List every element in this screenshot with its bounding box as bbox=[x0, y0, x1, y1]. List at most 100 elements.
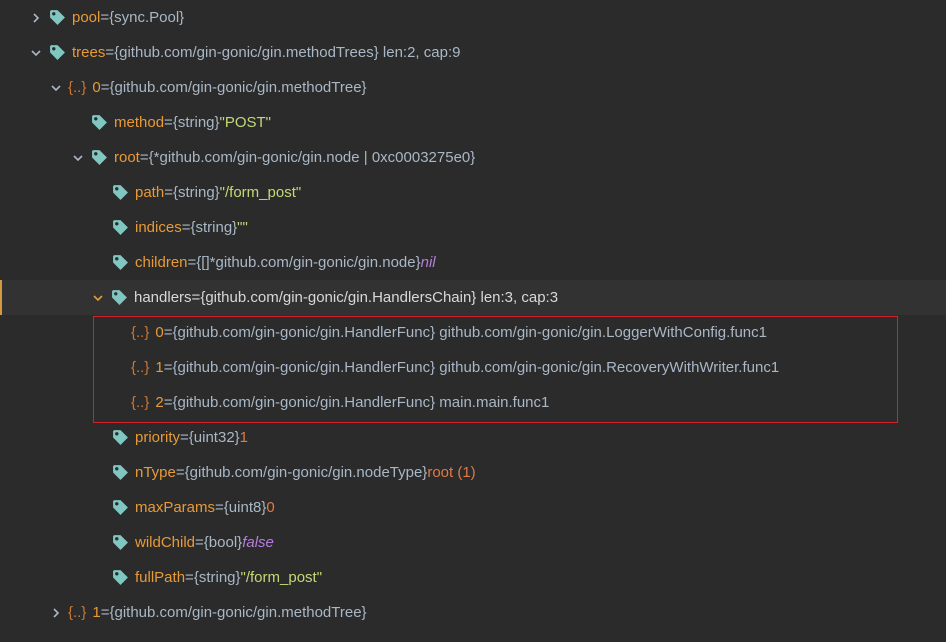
tree-row-wildchild[interactable]: wildChild = {bool} false bbox=[0, 525, 946, 560]
equals-sign: = bbox=[175, 464, 185, 481]
field-value: 0 bbox=[266, 499, 275, 516]
field-name: priority bbox=[135, 429, 181, 446]
field-type: {github.com/gin-gonic/gin.nodeType} bbox=[184, 464, 428, 481]
field-value: false bbox=[242, 534, 274, 551]
tree-row-pool[interactable]: pool = {sync.Pool} bbox=[0, 0, 946, 35]
field-name: 0 bbox=[155, 324, 164, 341]
field-value: "POST" bbox=[219, 114, 272, 131]
tag-icon bbox=[111, 569, 129, 587]
field-name: children bbox=[135, 254, 188, 271]
field-name: handlers bbox=[134, 289, 192, 306]
field-value: "/form_post" bbox=[240, 569, 323, 586]
variables-tree: pool = {sync.Pool} trees = {github.com/g… bbox=[0, 0, 946, 642]
field-name: maxParams bbox=[135, 499, 216, 516]
field-type: {sync.Pool} bbox=[109, 9, 185, 26]
field-type: {github.com/gin-gonic/gin.methodTree} bbox=[109, 604, 367, 621]
field-name: 0 bbox=[92, 79, 101, 96]
tag-icon bbox=[111, 499, 129, 517]
equals-sign: = bbox=[100, 604, 110, 621]
field-name: fullPath bbox=[135, 569, 186, 586]
field-type: {uint8} bbox=[223, 499, 267, 516]
field-name: 1 bbox=[155, 359, 164, 376]
tag-icon bbox=[111, 429, 129, 447]
field-value: nil bbox=[420, 254, 436, 271]
equals-sign: = bbox=[185, 569, 194, 586]
tree-row-handler-1[interactable]: {..} 1 = {github.com/gin-gonic/gin.Handl… bbox=[0, 350, 946, 385]
tag-icon bbox=[111, 219, 129, 237]
tree-row-root[interactable]: root = {*github.com/gin-gonic/gin.node |… bbox=[0, 140, 946, 175]
tag-icon bbox=[110, 289, 128, 307]
field-type: {*github.com/gin-gonic/gin.node | 0xc000… bbox=[148, 149, 476, 166]
equals-sign: = bbox=[163, 394, 173, 411]
tree-row-path[interactable]: path = {string} "/form_post" bbox=[0, 175, 946, 210]
field-value: "/form_post" bbox=[219, 184, 302, 201]
field-value: root (1) bbox=[427, 464, 476, 481]
tag-icon bbox=[111, 254, 129, 272]
tree-row-handler-0[interactable]: {..} 0 = {github.com/gin-gonic/gin.Handl… bbox=[0, 315, 946, 350]
object-icon: {..} bbox=[131, 394, 150, 411]
field-type: {uint32} bbox=[188, 429, 240, 446]
equals-sign: = bbox=[180, 429, 189, 446]
equals-sign: = bbox=[181, 219, 191, 236]
equals-sign: = bbox=[215, 499, 224, 516]
tag-icon bbox=[48, 44, 66, 62]
object-icon: {..} bbox=[131, 359, 150, 376]
equals-sign: = bbox=[187, 254, 197, 271]
chevron-down-icon[interactable] bbox=[48, 80, 64, 96]
chevron-down-icon[interactable] bbox=[28, 45, 44, 61]
tree-row-handlers[interactable]: handlers = {github.com/gin-gonic/gin.Han… bbox=[0, 280, 946, 315]
tag-icon bbox=[90, 149, 108, 167]
field-type: {github.com/gin-gonic/gin.HandlerFunc} g… bbox=[172, 359, 780, 376]
field-name: pool bbox=[72, 9, 101, 26]
chevron-down-icon[interactable] bbox=[90, 290, 106, 306]
field-type: {string} bbox=[193, 569, 241, 586]
tree-row-maxparams[interactable]: maxParams = {uint8} 0 bbox=[0, 490, 946, 525]
field-name: 2 bbox=[155, 394, 164, 411]
tag-icon bbox=[90, 114, 108, 132]
field-name: path bbox=[135, 184, 165, 201]
field-name: root bbox=[114, 149, 140, 166]
field-type: {string} bbox=[172, 114, 220, 131]
equals-sign: = bbox=[100, 79, 110, 96]
tree-row-ntype[interactable]: nType = {github.com/gin-gonic/gin.nodeTy… bbox=[0, 455, 946, 490]
field-type: {github.com/gin-gonic/gin.HandlerFunc} m… bbox=[172, 394, 550, 411]
tag-icon bbox=[111, 464, 129, 482]
equals-sign: = bbox=[164, 184, 173, 201]
field-type: {github.com/gin-gonic/gin.HandlersChain}… bbox=[200, 289, 559, 306]
tree-row-method[interactable]: method = {string} "POST" bbox=[0, 105, 946, 140]
tree-row-fullpath[interactable]: fullPath = {string} "/form_post" bbox=[0, 560, 946, 595]
tree-row-trees[interactable]: trees = {github.com/gin-gonic/gin.method… bbox=[0, 35, 946, 70]
tree-row-indices[interactable]: indices = {string} "" bbox=[0, 210, 946, 245]
field-name: wildChild bbox=[135, 534, 196, 551]
field-value: 1 bbox=[239, 429, 249, 446]
tree-row-handler-2[interactable]: {..} 2 = {github.com/gin-gonic/gin.Handl… bbox=[0, 385, 946, 420]
field-type: {github.com/gin-gonic/gin.methodTree} bbox=[109, 79, 367, 96]
chevron-down-icon[interactable] bbox=[70, 150, 86, 166]
tree-row-methodtree-0[interactable]: {..} 0 = {github.com/gin-gonic/gin.metho… bbox=[0, 70, 946, 105]
field-type: {bool} bbox=[203, 534, 243, 551]
object-icon: {..} bbox=[68, 79, 87, 96]
chevron-right-icon[interactable] bbox=[48, 605, 64, 621]
equals-sign: = bbox=[163, 324, 173, 341]
field-type: {[]*github.com/gin-gonic/gin.node} bbox=[196, 254, 421, 271]
field-value: "" bbox=[237, 219, 248, 236]
field-type: {string} bbox=[190, 219, 238, 236]
tree-row-priority[interactable]: priority = {uint32} 1 bbox=[0, 420, 946, 455]
field-name: 1 bbox=[92, 604, 101, 621]
field-name: method bbox=[114, 114, 165, 131]
tag-icon bbox=[111, 184, 129, 202]
chevron-right-icon[interactable] bbox=[28, 10, 44, 26]
field-name: indices bbox=[135, 219, 182, 236]
equals-sign: = bbox=[195, 534, 204, 551]
tag-icon bbox=[48, 9, 66, 27]
field-name: trees bbox=[72, 44, 106, 61]
tag-icon bbox=[111, 534, 129, 552]
field-type: {string} bbox=[172, 184, 220, 201]
object-icon: {..} bbox=[131, 324, 150, 341]
object-icon: {..} bbox=[68, 604, 87, 621]
equals-sign: = bbox=[163, 359, 173, 376]
tree-row-methodtree-1[interactable]: {..} 1 = {github.com/gin-gonic/gin.metho… bbox=[0, 595, 946, 630]
field-name: nType bbox=[135, 464, 176, 481]
tree-row-children[interactable]: children = {[]*github.com/gin-gonic/gin.… bbox=[0, 245, 946, 280]
equals-sign: = bbox=[164, 114, 173, 131]
